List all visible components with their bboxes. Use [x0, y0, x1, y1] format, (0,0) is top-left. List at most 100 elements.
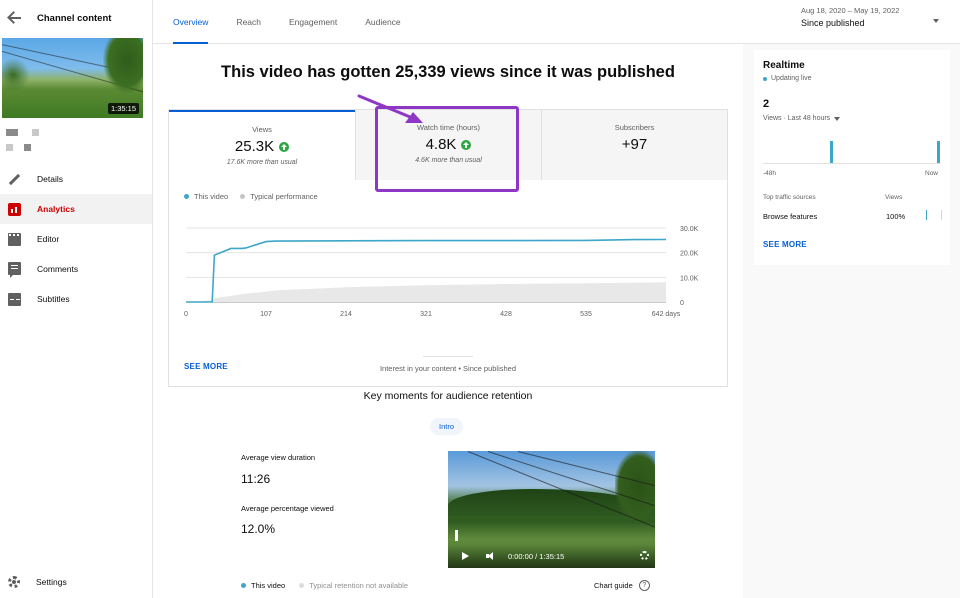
thumbnail-duration: 1:35:15	[107, 103, 139, 114]
realtime-period-label: Views · Last 48 hours	[763, 115, 831, 122]
metric-watch-time[interactable]: Watch time (hours) 4.8K 4.6K more than u…	[355, 110, 541, 180]
x-tick-label: 0	[184, 311, 188, 318]
pencil-icon	[8, 173, 21, 186]
x-tick-label: 321	[420, 311, 432, 318]
back-arrow-icon[interactable]	[8, 11, 22, 25]
sidebar-item-label: Subtitles	[37, 294, 70, 304]
video-player[interactable]: 0:00:00 / 1:35:15	[448, 451, 655, 568]
sidebar-item-label: Comments	[37, 264, 79, 274]
legend-this-video: This video	[184, 192, 228, 201]
realtime-see-more-link[interactable]: SEE MORE	[763, 240, 807, 249]
retention-legend: This video Typical retention not availab…	[241, 581, 408, 590]
realtime-bar	[830, 141, 833, 163]
legend-label: Typical performance	[250, 192, 318, 201]
realtime-count: 2	[763, 98, 770, 110]
realtime-live: Updating live	[763, 75, 811, 82]
chart-guide-link[interactable]: Chart guide ?	[594, 580, 650, 591]
x-tick-label: 428	[500, 311, 512, 318]
metrics-card: Views 25.3K 17.6K more than usual Watch …	[168, 109, 728, 387]
metric-subscribers[interactable]: Subscribers +97	[541, 110, 727, 180]
metric-tabs: Views 25.3K 17.6K more than usual Watch …	[169, 110, 727, 180]
analytics-tabs: Overview Reach Engagement Audience	[173, 0, 429, 44]
sidebar-item-settings[interactable]: Settings	[0, 570, 152, 594]
sidebar-header: Channel content	[0, 0, 152, 36]
metric-value: 4.8K	[425, 136, 457, 153]
sidebar-title: Channel content	[37, 12, 112, 24]
avg-view-duration-value: 11:26	[241, 472, 271, 486]
realtime-axis-start: -48h	[763, 170, 777, 177]
trend-up-icon	[279, 141, 290, 152]
metric-title: Subscribers	[614, 123, 655, 132]
sidebar-item-label: Details	[37, 174, 63, 184]
tab-reach[interactable]: Reach	[236, 0, 261, 44]
realtime-title: Realtime	[763, 60, 805, 71]
overview-panel: This video has gotten 25,339 views since…	[153, 44, 743, 598]
x-tick-label: 214	[340, 311, 352, 318]
intro-chip[interactable]: Intro	[430, 418, 464, 435]
player-time: 0:00:00 / 1:35:15	[508, 552, 565, 561]
editor-icon	[8, 233, 21, 246]
legend-dot	[240, 194, 246, 199]
sidebar-item-editor[interactable]: Editor	[0, 224, 152, 254]
player-settings-icon[interactable]	[640, 551, 649, 560]
traffic-source-sparkline	[924, 210, 942, 220]
legend-dot	[299, 583, 305, 588]
metric-views[interactable]: Views 25.3K 17.6K more than usual	[169, 110, 355, 180]
redacted-subtitle	[24, 144, 31, 151]
avg-percentage-label: Average percentage viewed	[241, 504, 334, 513]
player-controls: 0:00:00 / 1:35:15	[448, 544, 655, 568]
redacted-title	[32, 129, 39, 136]
avg-view-duration-label: Average view duration	[241, 453, 316, 462]
sidebar-item-label: Editor	[37, 234, 60, 244]
traffic-source-name: Browse features	[763, 212, 818, 221]
settings-label: Settings	[36, 577, 67, 587]
metric-value: 25.3K	[234, 138, 275, 155]
date-range-label: Since published	[801, 18, 865, 28]
sidebar-item-label: Analytics	[37, 204, 75, 214]
y-tick-label: 30.0K	[680, 226, 699, 233]
traffic-source-pct: 100%	[886, 212, 906, 221]
metric-title: Watch time (hours)	[416, 123, 481, 132]
retention-this-video: This video	[251, 581, 286, 590]
sidebar-nav: Details Analytics Editor Comments Subtit…	[0, 164, 152, 314]
realtime-live-label: Updating live	[771, 75, 812, 82]
sidebar-item-subtitles[interactable]: Subtitles	[0, 284, 152, 314]
x-tick-label: 107	[260, 311, 272, 318]
y-tick-label: 0	[680, 300, 684, 307]
video-thumbnail[interactable]: 1:35:15	[2, 38, 143, 118]
redacted-title	[6, 129, 18, 136]
key-moments-title: Key moments for audience retention	[363, 390, 533, 402]
realtime-card: Realtime Updating live 2 Views · Last 48…	[754, 50, 950, 265]
metric-sub: 17.6K more than usual	[226, 159, 298, 166]
analytics-icon	[8, 202, 21, 216]
sidebar-item-analytics[interactable]: Analytics	[0, 194, 152, 224]
sidebar: Channel content 1:35:15 Details Analytic…	[0, 0, 153, 598]
redacted-subtitle	[6, 144, 13, 151]
comments-icon	[8, 261, 21, 278]
views-header: Views	[885, 194, 903, 201]
trend-up-icon	[461, 139, 472, 150]
realtime-bar-chart[interactable]	[763, 136, 941, 164]
tab-engagement[interactable]: Engagement	[289, 0, 337, 44]
views-line-chart[interactable]: 0 10.0K 20.0K 30.0K 0 107 214 321 428 535 642 days	[169, 206, 727, 320]
play-icon[interactable]	[462, 552, 469, 560]
date-range-picker[interactable]: Aug 18, 2020 – May 19, 2022 Since publis…	[801, 6, 949, 36]
interest-caption: Interest in your content • Since publish…	[153, 356, 743, 373]
chart-guide-label: Chart guide	[594, 581, 633, 590]
subtitles-icon	[8, 292, 21, 306]
tab-audience[interactable]: Audience	[365, 0, 400, 44]
legend-typical: Typical performance	[240, 192, 318, 201]
retention-typical: Typical retention not available	[309, 581, 408, 590]
sidebar-item-details[interactable]: Details	[0, 164, 152, 194]
realtime-period-dropdown[interactable]: Views · Last 48 hours	[763, 115, 841, 122]
realtime-axis-end: Now	[925, 170, 939, 177]
volume-icon[interactable]	[486, 552, 495, 560]
scrubber-handle[interactable]	[455, 530, 458, 541]
traffic-sources-header: Top traffic sources	[763, 194, 816, 201]
legend-dot	[184, 194, 189, 199]
live-dot	[763, 76, 767, 81]
sidebar-item-comments[interactable]: Comments	[0, 254, 152, 284]
tab-overview[interactable]: Overview	[173, 0, 209, 44]
chevron-down-icon	[933, 19, 939, 23]
x-tick-label: 535	[580, 311, 592, 318]
